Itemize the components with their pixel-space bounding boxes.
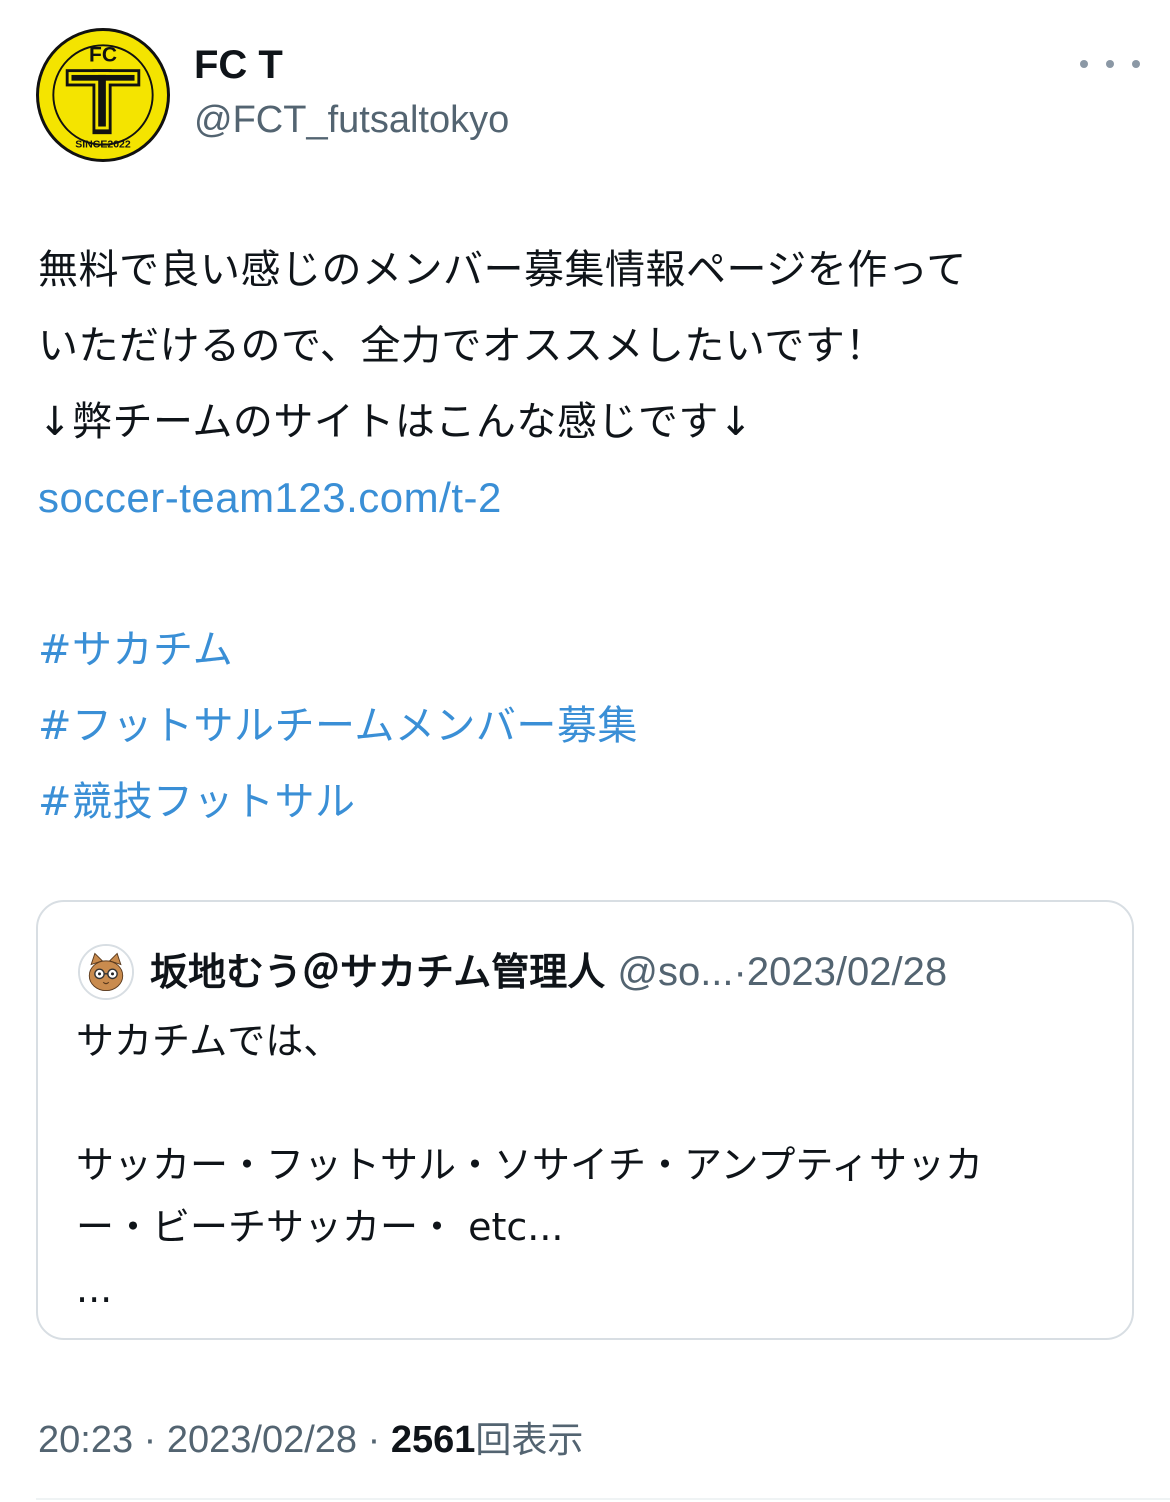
tweet-link[interactable]: soccer-team123.com/t-2 xyxy=(38,474,502,521)
hashtag-link[interactable]: #サカチム xyxy=(38,627,233,673)
tweet-meta: 20:23 · 2023/02/28 · 2561回表示 xyxy=(38,1410,583,1470)
quoted-author-avatar xyxy=(78,944,134,1000)
more-options-icon[interactable] xyxy=(1080,44,1140,84)
tweet-time[interactable]: 20:23 xyxy=(38,1419,133,1461)
fct-logo-icon: FC SINCE2022 xyxy=(41,33,165,157)
quoted-author-handle[interactable]: @so... xyxy=(617,950,733,994)
tweet-line: 無料で良い感じのメンバー募集情報ページを作って xyxy=(38,247,967,293)
divider xyxy=(36,1498,1170,1500)
cat-avatar-icon xyxy=(80,946,132,998)
hashtag-link[interactable]: #競技フットサル xyxy=(38,779,356,825)
tweet-line: いただけるので、全力でオススメしたいです！ xyxy=(38,323,886,369)
quoted-separator: · xyxy=(733,950,747,994)
quoted-author-name[interactable]: 坂地むう＠サカチム管理人 xyxy=(150,950,605,994)
view-count: 2561 xyxy=(390,1419,476,1461)
quoted-line: ー・ビーチサッカー・ etc... xyxy=(76,1205,564,1249)
author-display-name[interactable]: FC T xyxy=(194,40,283,90)
logo-text-bottom: SINCE2022 xyxy=(75,139,131,151)
tweet-text: 無料で良い感じのメンバー募集情報ページを作って いただけるので、全力でオススメし… xyxy=(38,232,1138,840)
views-label: 回表示 xyxy=(475,1420,584,1461)
more-dot xyxy=(1132,60,1140,68)
tweet-header: FC SINCE2022 FC T @FCT_futsaltokyo xyxy=(0,0,1170,190)
quoted-tweet-header: 坂地むう＠サカチム管理人 @so...·2023/02/28 xyxy=(150,942,1110,1002)
quoted-line: サッカー・フットサル・ソサイチ・アンプティサッカ xyxy=(76,1143,984,1187)
meta-separator: · xyxy=(143,1419,157,1461)
tweet-line: ↓弊チームのサイトはこんな感じです↓ xyxy=(38,399,753,445)
tweet-date[interactable]: 2023/02/28 xyxy=(167,1419,357,1461)
logo-text-top: FC xyxy=(89,44,117,67)
author-avatar[interactable]: FC SINCE2022 xyxy=(36,28,170,162)
meta-separator: · xyxy=(367,1419,381,1461)
author-handle[interactable]: @FCT_futsaltokyo xyxy=(194,96,509,144)
more-dot xyxy=(1106,60,1114,68)
hashtag-link[interactable]: #フットサルチームメンバー募集 xyxy=(38,703,638,749)
quoted-date: 2023/02/28 xyxy=(746,950,948,994)
quoted-tweet-text: サカチムでは、 サッカー・フットサル・ソサイチ・アンプティサッカ ー・ビーチサッ… xyxy=(76,1010,1106,1320)
quoted-line: サカチムでは、 xyxy=(76,1019,342,1063)
quoted-line xyxy=(76,1072,1106,1134)
quoted-line: ... xyxy=(76,1267,113,1311)
more-dot xyxy=(1080,60,1088,68)
